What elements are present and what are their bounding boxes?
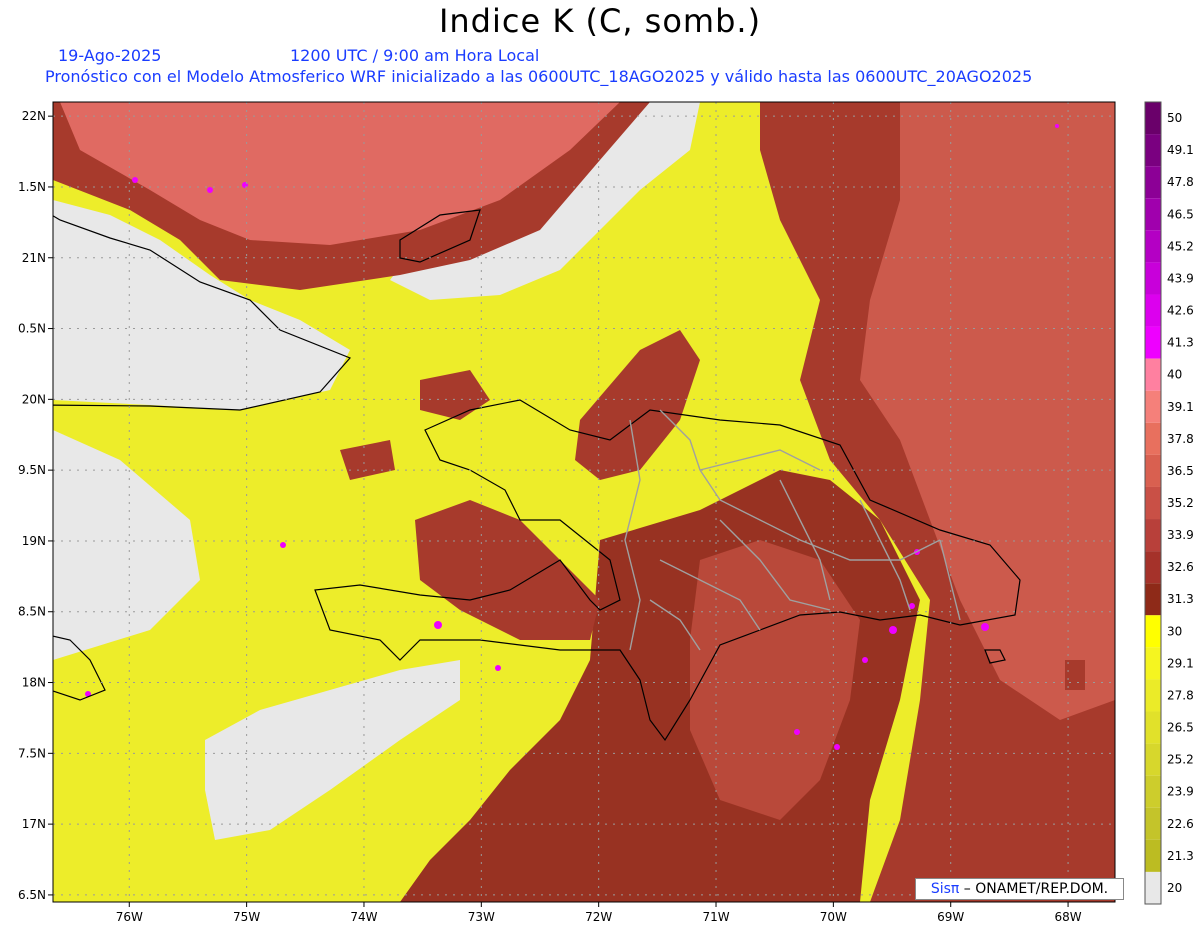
colorbar-label: 35.2 <box>1167 496 1194 510</box>
colorbar-swatch <box>1145 839 1161 872</box>
colorbar-label: 39.1 <box>1167 400 1194 414</box>
colorbar-swatch <box>1145 583 1161 616</box>
credit-box: Sisπ – ONAMET/REP.DOM. <box>915 878 1124 900</box>
colorbar-swatch <box>1145 262 1161 295</box>
lon-tick-label: 70W <box>820 910 847 924</box>
lat-tick-label: 22N <box>22 109 46 123</box>
colorbar-label: 41.3 <box>1167 336 1194 350</box>
colorbar-label: 36.5 <box>1167 464 1194 478</box>
lon-tick-label: 68W <box>1054 910 1081 924</box>
colorbar-label: 20 <box>1167 881 1182 895</box>
lat-tick-label: 21N <box>22 251 46 265</box>
colorbar-label: 37.8 <box>1167 432 1194 446</box>
colorbar-label: 21.3 <box>1167 849 1194 863</box>
lat-tick-label: 8.5N <box>18 605 46 619</box>
lon-tick-label: 74W <box>350 910 377 924</box>
credit-org: – ONAMET/REP.DOM. <box>959 881 1109 897</box>
colorbar-label: 29.1 <box>1167 656 1194 670</box>
lat-tick-label: 18N <box>22 676 46 690</box>
colorbar-swatch <box>1145 230 1161 263</box>
lon-tick-label: 71W <box>702 910 729 924</box>
map-field <box>53 102 1115 902</box>
colorbar-swatch <box>1145 519 1161 552</box>
colorbar-label: 43.9 <box>1167 271 1194 285</box>
colorbar-label: 30 <box>1167 624 1182 638</box>
lat-tick-label: 17N <box>22 817 46 831</box>
colorbar-swatch <box>1145 743 1161 776</box>
colorbar-label: 47.8 <box>1167 175 1194 189</box>
colorbar-label: 50 <box>1167 111 1182 125</box>
colorbar-label: 26.5 <box>1167 721 1194 735</box>
colorbar-label: 31.3 <box>1167 592 1194 606</box>
lon-tick-label: 73W <box>468 910 495 924</box>
colorbar-swatch <box>1145 454 1161 487</box>
lat-tick-label: 19N <box>22 534 46 548</box>
colorbar-label: 40 <box>1167 368 1182 382</box>
colorbar-swatch <box>1145 390 1161 423</box>
colorbar-swatch <box>1145 198 1161 231</box>
lat-tick-label: 6.5N <box>18 888 46 902</box>
colorbar-label: 22.6 <box>1167 817 1194 831</box>
colorbar-swatch <box>1145 711 1161 744</box>
warm-spot-3 <box>1065 660 1085 690</box>
colorbar-label: 46.5 <box>1167 207 1194 221</box>
colorbar-swatch <box>1145 871 1161 904</box>
colorbar-swatch <box>1145 358 1161 391</box>
colorbar-swatch <box>1145 102 1161 135</box>
colorbar-label: 42.6 <box>1167 304 1194 318</box>
colorbar-label: 27.8 <box>1167 688 1194 702</box>
lat-tick-label: 7.5N <box>18 746 46 760</box>
colorbar-swatch <box>1145 551 1161 584</box>
colorbar: 50 49.1 47.8 46.5 45.2 43.9 42.6 41.3 40 39.1 37.8… <box>1144 101 1194 905</box>
lat-tick-label: 0.5N <box>18 322 46 336</box>
colorbar-swatch <box>1145 422 1161 455</box>
credit-brand: Sisπ <box>930 881 960 897</box>
lat-tick-label: 20N <box>22 392 46 406</box>
colorbar-label: 33.9 <box>1167 528 1194 542</box>
colorbar-swatch <box>1145 647 1161 680</box>
colorbar-swatch <box>1145 166 1161 199</box>
colorbar-swatch <box>1145 807 1161 840</box>
lat-tick-label: 9.5N <box>18 463 46 477</box>
lat-tick-label: 1.5N <box>18 180 46 194</box>
k-index-map: 76W 75W 74W 73W 72W 71W 70W 69W 68W 22N 1.5N 21N 0.5… <box>18 101 1194 924</box>
colorbar-label: 25.2 <box>1167 753 1194 767</box>
lon-tick-label: 75W <box>233 910 260 924</box>
colorbar-swatch <box>1145 615 1161 648</box>
colorbar-label: 32.6 <box>1167 560 1194 574</box>
lon-tick-label: 72W <box>585 910 612 924</box>
colorbar-label: 23.9 <box>1167 785 1194 799</box>
colorbar-label: 49.1 <box>1167 143 1194 157</box>
lon-tick-label: 69W <box>937 910 964 924</box>
colorbar-swatch <box>1145 134 1161 167</box>
colorbar-swatch <box>1145 486 1161 520</box>
colorbar-swatch <box>1145 679 1161 712</box>
colorbar-swatch <box>1145 294 1161 327</box>
lon-tick-label: 76W <box>116 910 143 924</box>
colorbar-label: 45.2 <box>1167 239 1194 253</box>
colorbar-swatch <box>1145 775 1161 808</box>
colorbar-swatch <box>1145 326 1161 359</box>
